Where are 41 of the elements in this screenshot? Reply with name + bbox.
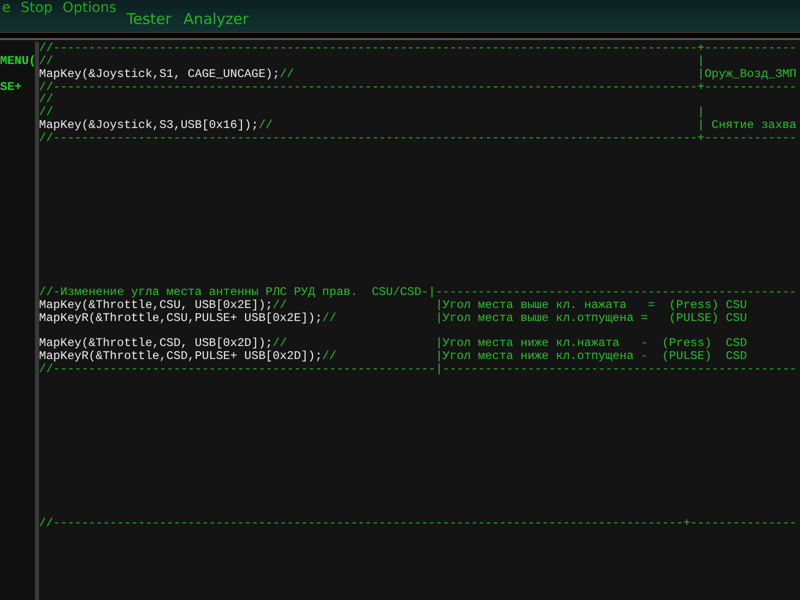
comment-text: +------------- (697, 132, 796, 145)
comment-text: //-----------------------------------------------------------------------------------------+--------------- (39, 516, 796, 530)
comment-text: // (39, 54, 54, 68)
comment-text: +------------- (697, 42, 796, 55)
comment-text: // (280, 68, 294, 81)
comment-text: |Угол места ниже кл.отпущена - (PULSE) CSD (435, 350, 747, 364)
menu-item[interactable]: Stop (20, 0, 52, 16)
comment-text: //------------------------------------------------------------------------------------------- (39, 132, 698, 145)
comment-text: // (39, 106, 54, 120)
code-fragment: MENU( (0, 54, 36, 68)
code-text: MapKey(&Joystick,S3,USB[0x16]); (39, 119, 258, 132)
code-text: MapKey(&Throttle,CSU, USB[0x2E]); (39, 298, 273, 312)
comment-text: //-Изменение угла места антенны РЛС РУД прав. CSU/CSD-|--------------------------------------------------- (39, 285, 796, 300)
panel-splitter[interactable] (35, 42, 39, 600)
menu-item[interactable]: e (2, 0, 11, 16)
comment-text: |-------------------------------------------------- (435, 363, 796, 376)
tool-menu-item[interactable]: Tester (126, 10, 172, 28)
code-text: MapKeyR(&Throttle,CSD,PULSE+ USB[0x2D]); (39, 350, 322, 364)
comment-text: // (258, 119, 273, 132)
comment-text: // (39, 92, 54, 106)
comment-text: // (272, 298, 287, 312)
comment-text: //------------------------------------------------------------------------------------------- (39, 42, 698, 55)
comment-text: // (322, 312, 336, 325)
comment-text: // (322, 350, 336, 364)
comment-text: |Угол места выше кл.отпущена = (PULSE) CSU (435, 312, 747, 325)
code-text: MapKey(&Joystick,S1, CAGE_UNCAGE); (39, 68, 280, 81)
code-text: MapKey(&Throttle,CSD, USB[0x2D]); (39, 337, 273, 350)
comment-text: //------------------------------------------------------------------------------------------- (39, 80, 698, 94)
comment-text: | Снятие захва (697, 119, 796, 132)
comment-text: |Угол места выше кл. нажата = (Press) CSU (435, 298, 747, 312)
comment-text: |Оруж_Возд_ЗМП (697, 68, 796, 81)
comment-text: +------------- (697, 80, 796, 94)
tool-menu-item[interactable]: Analyzer (183, 10, 249, 28)
comment-text: // (272, 337, 287, 350)
code-text: MapKeyR(&Throttle,CSU,PULSE+ USB[0x2E]); (39, 312, 322, 325)
comment-text: //------------------------------------------------------ (39, 363, 436, 376)
menu-item[interactable]: Options (62, 0, 116, 16)
comment-text: | (697, 54, 704, 68)
code-fragment: SE+ (0, 80, 22, 94)
comment-text: | (697, 106, 704, 120)
comment-text: |Угол места ниже кл.нажата - (Press) CSD (435, 337, 747, 350)
